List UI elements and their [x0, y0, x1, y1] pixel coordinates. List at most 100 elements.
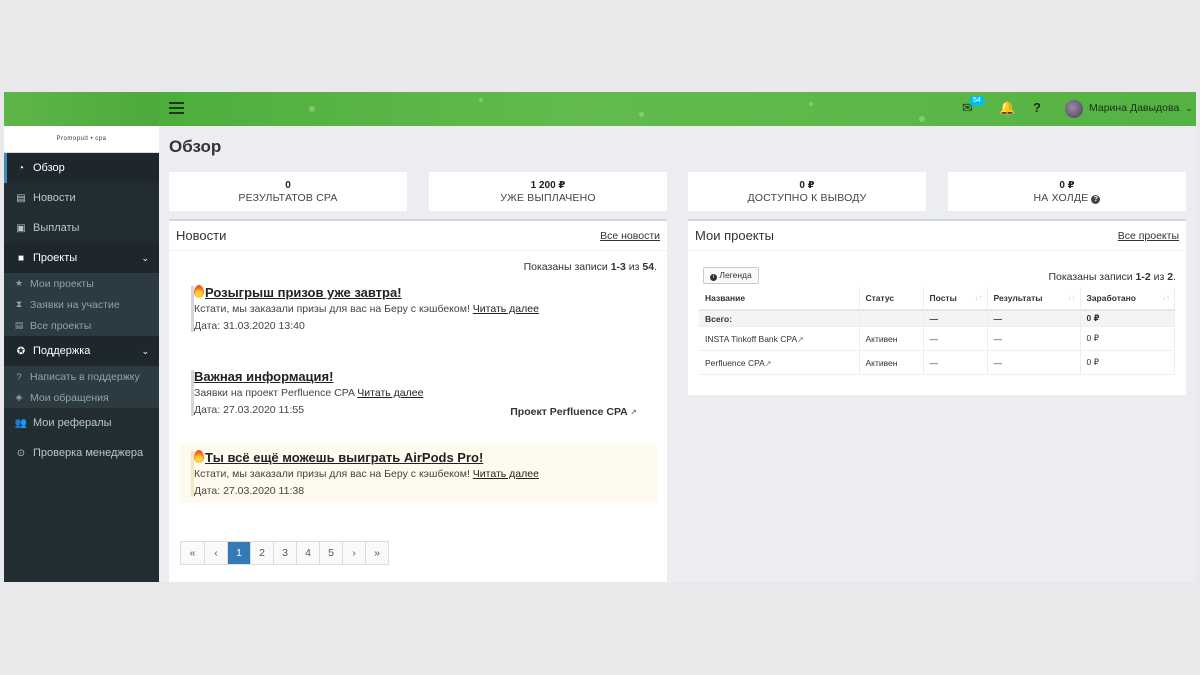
sidebar-subitem-all-projects[interactable]: ▤ Все проекты — [4, 315, 159, 336]
read-more-link[interactable]: Читать далее — [357, 387, 423, 399]
sidebar-subitem-write-support[interactable]: ? Написать в поддержку — [4, 366, 159, 387]
total-posts: — — [923, 310, 988, 327]
table-row: Perfluence CPA↗ Активен — — 0 ₽ — [699, 350, 1175, 375]
pagination-page-1[interactable]: 1 — [227, 542, 250, 564]
legend-label: Легенда — [719, 270, 752, 280]
sidebar-item-news[interactable]: ▤ Новости — [4, 183, 159, 213]
news-date: Дата: 27.03.2020 11:38 — [194, 485, 305, 497]
chevron-down-icon: ⌄ — [141, 345, 149, 356]
sidebar-subitem-applications[interactable]: ⧗ Заявки на участие — [4, 294, 159, 315]
pagination-last[interactable]: » — [365, 542, 388, 564]
sidebar-item-manager-check[interactable]: ⊙ Проверка менеджера — [4, 438, 159, 468]
support-submenu: ? Написать в поддержку ◈ Мои обращения — [4, 366, 159, 408]
hourglass-icon: ⧗ — [15, 299, 23, 309]
all-projects-link[interactable]: Все проекты — [1118, 230, 1179, 242]
news-item-highlighted: Ты всё ещё можешь выиграть AirPods Pro! … — [180, 443, 657, 503]
sidebar-item-label: Мои рефералы — [33, 417, 112, 429]
news-title-link[interactable]: Ты всё ещё можешь выиграть AirPods Pro! — [205, 450, 483, 465]
stat-card-available: 0 ₽ ДОСТУПНО К ВЫВОДУ — [688, 172, 926, 211]
count-suffix: . — [654, 261, 657, 273]
news-title-link[interactable]: Важная информация! — [194, 369, 333, 384]
read-more-link[interactable]: Читать далее — [473, 468, 539, 480]
sidebar-item-overview[interactable]: ◔ Обзор — [4, 153, 159, 183]
external-link-icon: ↗ — [764, 358, 772, 368]
sidebar-toggle-button[interactable] — [169, 102, 184, 116]
info-icon: i — [710, 274, 717, 281]
column-header-earned[interactable]: Заработано ↓↑ — [1080, 287, 1175, 311]
news-text: Кстати, мы заказали призы для вас на Бер… — [194, 468, 473, 480]
sidebar-item-payouts[interactable]: ▣ Выплаты — [4, 213, 159, 243]
news-project-link[interactable]: Проект Perfluence CPA ↗ — [510, 406, 637, 418]
help-icon[interactable]: ? — [1033, 100, 1041, 115]
total-status — [859, 310, 924, 327]
sidebar-subitem-label: Мои обращения — [30, 391, 109, 404]
sidebar-item-label: Обзор — [33, 162, 65, 174]
news-title-link[interactable]: Розыгрыш призов уже завтра! — [205, 285, 402, 300]
table-total-row: Всего: — — 0 ₽ — [699, 310, 1175, 327]
count-range: 1-2 — [1135, 271, 1151, 283]
page-title: Обзор — [169, 137, 222, 156]
bell-icon[interactable]: 🔔 — [999, 100, 1015, 116]
newspaper-icon: ▤ — [16, 192, 26, 204]
project-name-link[interactable]: Perfluence CPA↗ — [699, 350, 860, 375]
sidebar-subitem-label: Мои проекты — [30, 277, 94, 290]
pagination-prev[interactable]: ‹ — [204, 542, 227, 564]
news-description: Кстати, мы заказали призы для вас на Бер… — [194, 468, 657, 480]
column-header-posts[interactable]: Посты ↓↑ — [923, 287, 988, 311]
count-of: из — [1150, 271, 1168, 283]
news-panel-header: Новости Все новости — [169, 221, 667, 251]
sidebar-subitem-label: Написать в поддержку — [30, 370, 140, 383]
read-more-link[interactable]: Читать далее — [473, 303, 539, 315]
count-of: из — [625, 261, 643, 273]
project-earned: 0 ₽ — [1080, 350, 1175, 375]
briefcase-icon: ■ — [17, 252, 25, 264]
total-earned: 0 ₽ — [1080, 310, 1175, 327]
fire-emoji-icon — [194, 285, 204, 298]
project-name: Проект Perfluence CPA — [510, 406, 628, 418]
column-label: Посты — [929, 293, 957, 303]
column-header-name[interactable]: Название — [699, 287, 860, 311]
pagination-page-3[interactable]: 3 — [273, 542, 296, 564]
notification-count-badge: 54 — [970, 96, 984, 106]
pagination-page-2[interactable]: 2 — [250, 542, 273, 564]
sidebar-subitem-my-projects[interactable]: ★ Мои проекты — [4, 273, 159, 294]
external-link-icon: ↗ — [797, 334, 804, 344]
sidebar-item-support[interactable]: ✪ Поддержка ⌄ — [4, 336, 159, 366]
sidebar-item-label: Выплаты — [33, 222, 80, 234]
decorative-dot — [309, 106, 315, 112]
pagination-first[interactable]: « — [181, 542, 204, 564]
pagination-page-5[interactable]: 5 — [319, 542, 342, 564]
stat-value: 1 200 ₽ — [530, 180, 566, 191]
news-description: Кстати, мы заказали призы для вас на Бер… — [194, 303, 657, 315]
sidebar-item-projects[interactable]: ■ Проекты ⌄ — [4, 243, 159, 273]
news-text: Кстати, мы заказали призы для вас на Бер… — [194, 303, 473, 315]
total-label: Всего: — [699, 310, 860, 327]
star-icon: ★ — [14, 278, 24, 288]
question-circle-icon[interactable]: ? — [1091, 195, 1101, 204]
legend-button[interactable]: i Легенда — [703, 267, 759, 284]
projects-submenu: ★ Мои проекты ⧗ Заявки на участие ▤ Все … — [4, 273, 159, 336]
project-status: Активен — [859, 326, 924, 351]
projects-panel-title: Мои проекты — [695, 228, 774, 243]
news-description: Заявки на проект Perfluence CPA Читать д… — [194, 387, 657, 399]
pagination-page-4[interactable]: 4 — [296, 542, 319, 564]
project-name: Perfluence CPA — [705, 357, 765, 368]
sidebar-menu: ◔ Обзор ▤ Новости ▣ Выплаты ■ Проекты ⌄ … — [4, 153, 159, 468]
lifebuoy-icon: ✪ — [16, 345, 26, 357]
project-name: INSTA Tinkoff Bank CPA — [705, 333, 798, 344]
sidebar-subitem-label: Все проекты — [30, 319, 92, 332]
sidebar-item-referrals[interactable]: 👥 Мои рефералы — [4, 408, 159, 438]
project-name-link[interactable]: INSTA Tinkoff Bank CPA↗ — [699, 326, 860, 351]
all-news-link[interactable]: Все новости — [600, 230, 660, 242]
user-menu[interactable]: Марина Давыдова ⌄ — [1089, 102, 1193, 114]
logo-area[interactable] — [4, 92, 159, 126]
list-icon: ▤ — [14, 320, 24, 330]
pagination-next[interactable]: › — [342, 542, 365, 564]
pagination: « ‹ 1 2 3 4 5 › » — [180, 541, 389, 565]
avatar[interactable] — [1065, 100, 1083, 118]
sidebar-subitem-my-tickets[interactable]: ◈ Мои обращения — [4, 387, 159, 408]
column-header-status[interactable]: Статус — [859, 287, 924, 311]
column-header-results[interactable]: Результаты ↓↑ — [987, 287, 1081, 311]
table-header-row: Название Статус Посты ↓↑ Результаты ↓↑ Зар… — [699, 287, 1175, 311]
sort-icon: ↓↑ — [1162, 293, 1170, 302]
